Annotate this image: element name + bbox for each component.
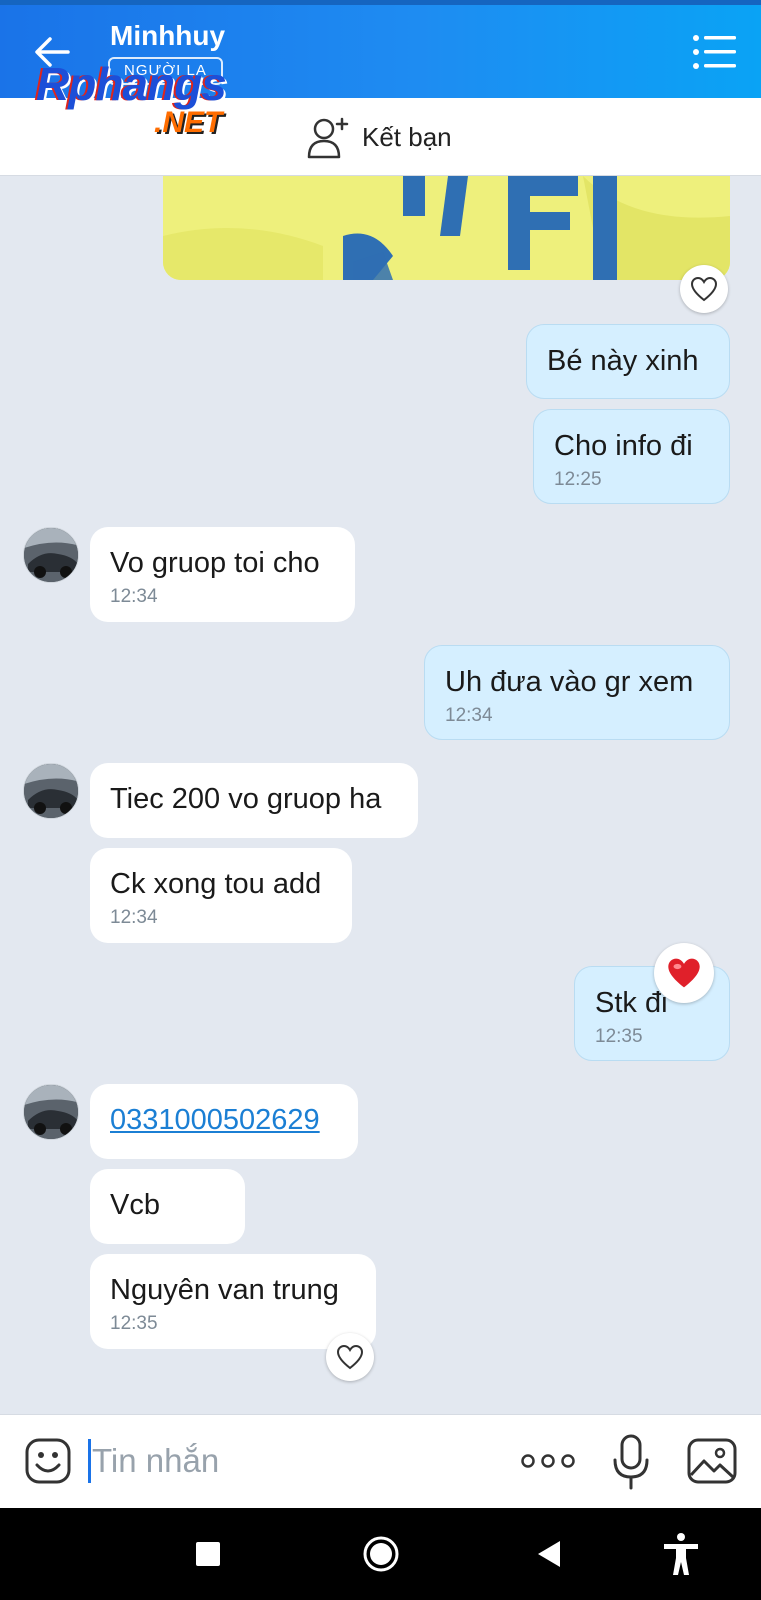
message-composer xyxy=(0,1414,761,1508)
list-menu-icon xyxy=(693,35,736,69)
system-nav-bar xyxy=(0,1508,761,1600)
home-circle-icon xyxy=(363,1536,399,1572)
avatar-image xyxy=(24,1085,78,1139)
message-time: 12:35 xyxy=(110,1313,158,1334)
avatar[interactable] xyxy=(23,527,79,583)
message-bubble-outgoing[interactable]: Bé này xinh xyxy=(526,324,730,399)
recents-button[interactable] xyxy=(183,1530,233,1578)
more-button[interactable] xyxy=(520,1447,576,1475)
message-time: 12:34 xyxy=(445,705,493,726)
message-input[interactable] xyxy=(92,1435,492,1487)
more-dots-icon xyxy=(521,1454,575,1468)
voice-button[interactable] xyxy=(612,1433,650,1491)
sticker-button[interactable] xyxy=(24,1437,72,1485)
sticker-icon xyxy=(25,1438,71,1484)
home-button[interactable] xyxy=(356,1530,406,1578)
watermark-main: Rphangs xyxy=(36,58,227,110)
accessibility-icon xyxy=(664,1533,698,1575)
back-nav-button[interactable] xyxy=(524,1530,574,1578)
microphone-icon xyxy=(613,1434,649,1490)
text-caret xyxy=(88,1439,91,1483)
menu-button[interactable] xyxy=(692,32,738,72)
avatar-image xyxy=(24,764,78,818)
message-text: Uh đưa vào gr xem xyxy=(445,666,694,698)
message-text: Cho info đi xyxy=(554,430,693,462)
photo-content xyxy=(163,176,730,280)
message-bubble-incoming[interactable]: 0331000502629 xyxy=(90,1084,358,1159)
message-time: 12:35 xyxy=(595,1026,643,1047)
message-bubble-incoming[interactable]: Tiec 200 vo gruop ha xyxy=(90,763,418,838)
message-bubble-outgoing[interactable]: Uh đưa vào gr xem 12:34 xyxy=(424,645,730,740)
message-time: 12:34 xyxy=(110,586,158,607)
message-text: Vo gruop toi cho xyxy=(110,547,320,579)
image-button[interactable] xyxy=(686,1437,738,1485)
status-strip xyxy=(0,0,761,5)
react-button[interactable] xyxy=(326,1333,374,1381)
add-friend-label: Kết bạn xyxy=(362,121,452,152)
heart-outline-icon xyxy=(336,1344,364,1370)
react-button[interactable] xyxy=(680,265,728,313)
avatar[interactable] xyxy=(23,1084,79,1140)
message-text: Bé này xinh xyxy=(547,345,699,377)
avatar[interactable] xyxy=(23,763,79,819)
heart-filled-icon xyxy=(668,958,700,988)
message-bubble-outgoing[interactable]: Cho info đi 12:25 xyxy=(533,409,730,504)
message-bubble-incoming[interactable]: Vcb xyxy=(90,1169,245,1244)
back-triangle-icon xyxy=(538,1541,560,1567)
heart-outline-icon xyxy=(690,276,718,302)
message-bubble-incoming[interactable]: Nguyên van trung 12:35 xyxy=(90,1254,376,1349)
accessibility-button[interactable] xyxy=(656,1530,706,1578)
add-friend-icon xyxy=(307,117,349,159)
message-text: Vcb xyxy=(110,1189,160,1221)
photo-message[interactable] xyxy=(163,176,730,280)
message-text: Tiec 200 vo gruop ha xyxy=(110,783,382,815)
message-bubble-incoming[interactable]: Vo gruop toi cho 12:34 xyxy=(90,527,355,622)
avatar-image xyxy=(24,528,78,582)
message-bubble-incoming[interactable]: Ck xong tou add 12:34 xyxy=(90,848,352,943)
reaction-badge[interactable] xyxy=(654,943,714,1003)
message-time: 12:25 xyxy=(554,469,602,490)
square-icon xyxy=(196,1542,220,1566)
watermark-logo: Rphangs .NET xyxy=(36,58,227,139)
message-text: Ck xong tou add xyxy=(110,868,322,900)
contact-name[interactable]: Minhhuy xyxy=(110,20,225,52)
message-time: 12:34 xyxy=(110,907,158,928)
add-friend-button[interactable]: Kết bạn xyxy=(306,112,452,162)
message-text: Nguyên van trung xyxy=(110,1274,339,1306)
watermark-suffix: .NET xyxy=(154,106,223,139)
phone-number-link[interactable]: 0331000502629 xyxy=(110,1104,338,1137)
image-icon xyxy=(687,1438,737,1484)
